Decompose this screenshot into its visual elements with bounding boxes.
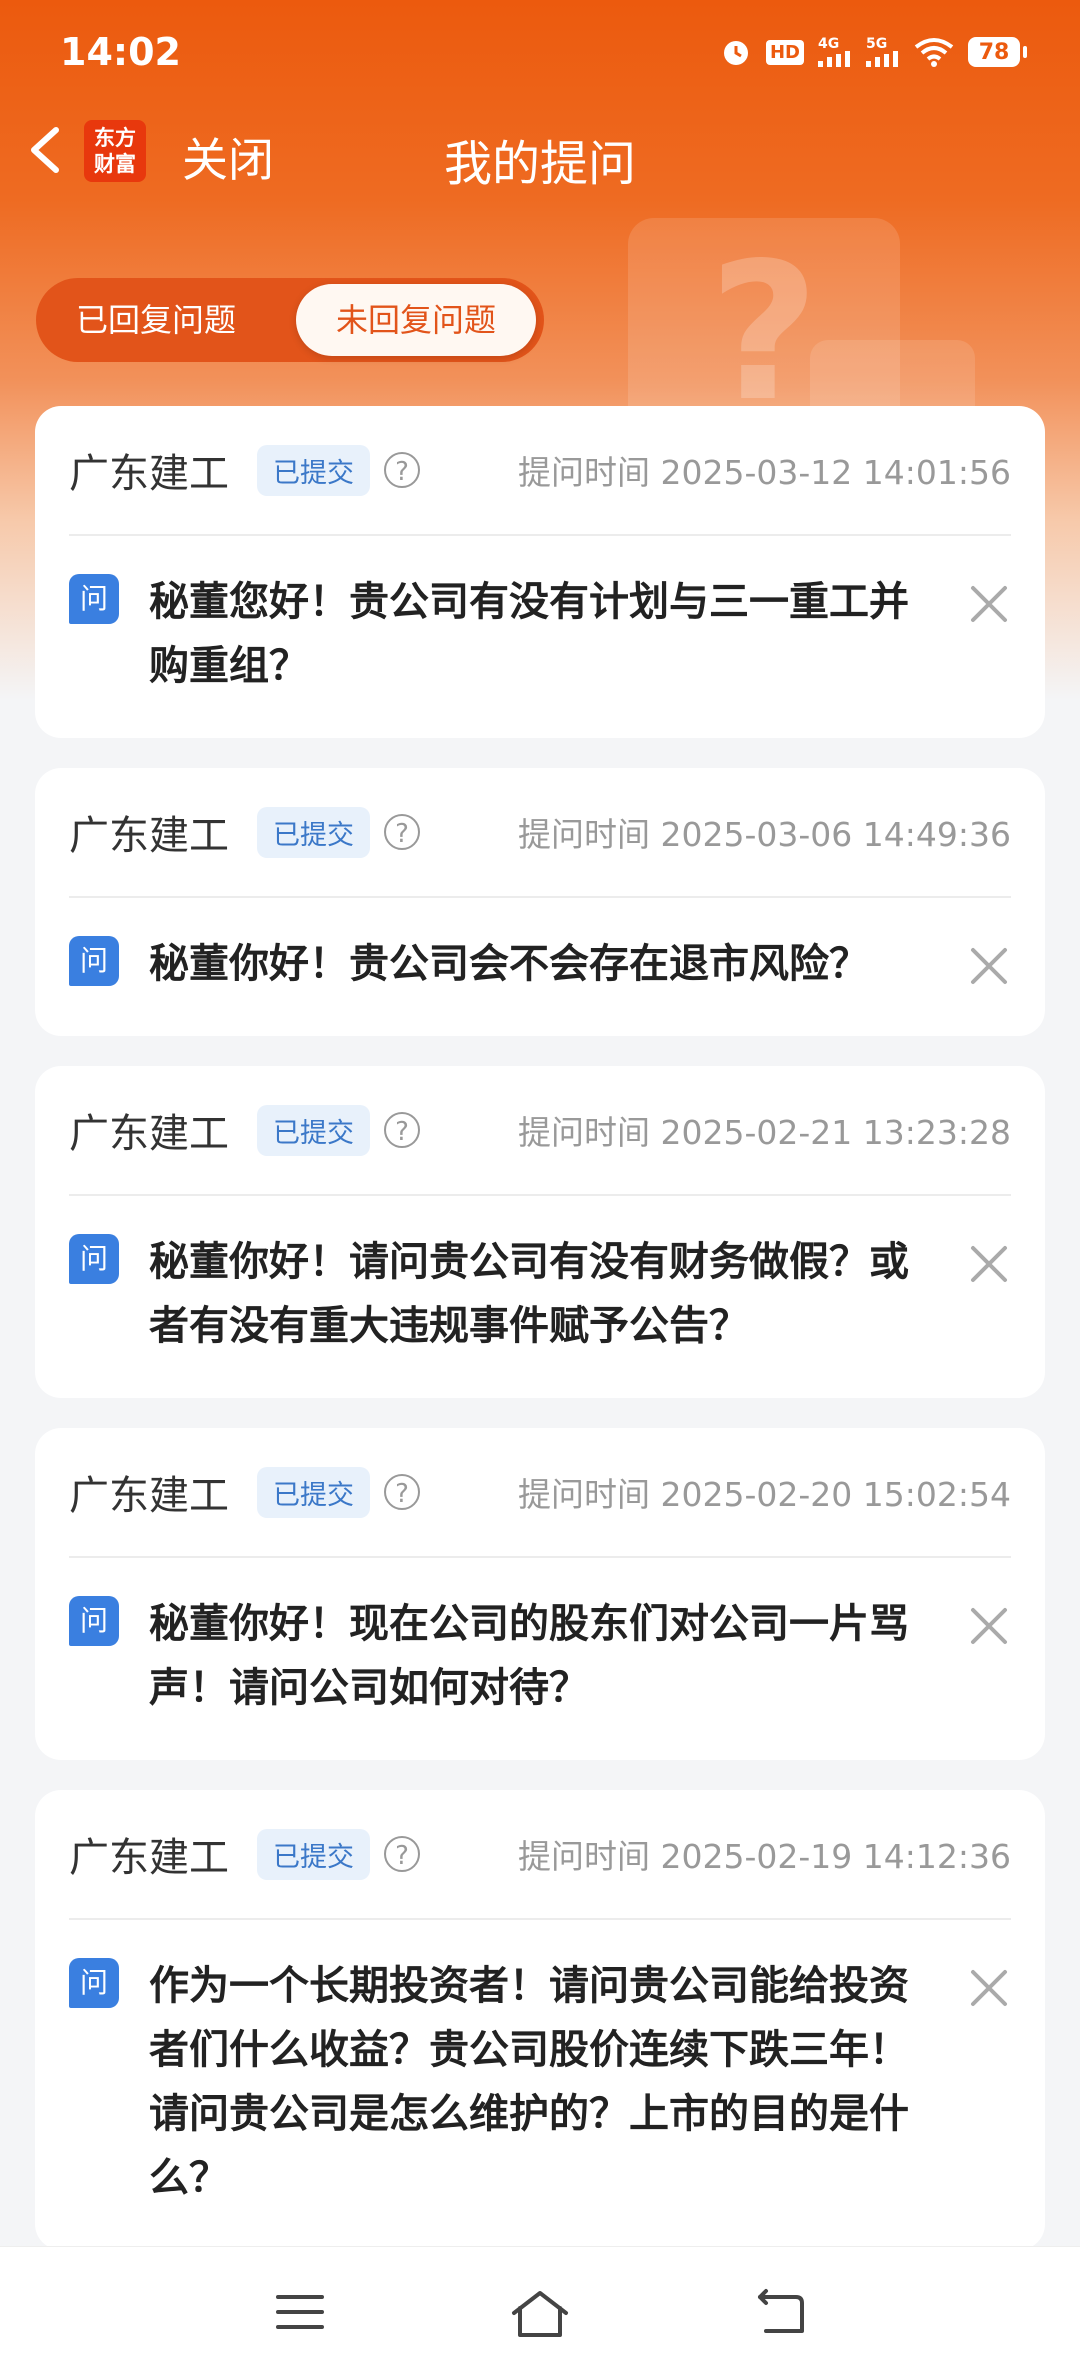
- status-badge: 已提交: [257, 444, 370, 496]
- question-card[interactable]: 广东建工 已提交 ? 提问时间 2025-03-06 14:49:36 问 秘董…: [35, 768, 1045, 1036]
- status-badge: 已提交: [257, 1828, 370, 1880]
- question-body: 问 秘董你好！请问贵公司有没有财务做假？或者有没有重大违规事件赋予公告？: [69, 1196, 1011, 1358]
- top-nav: 东方 财富 关闭 我的提问: [0, 110, 1080, 192]
- question-card[interactable]: 广东建工 已提交 ? 提问时间 2025-02-20 15:02:54 问 秘董…: [35, 1428, 1045, 1760]
- question-body: 问 秘董您好！贵公司有没有计划与三一重工并购重组？: [69, 536, 1011, 698]
- company-name[interactable]: 广东建工: [69, 441, 229, 499]
- status-badge: 已提交: [257, 1466, 370, 1518]
- question-body: 问 作为一个长期投资者！请问贵公司能给投资者们什么收益？贵公司股价连续下跌三年！…: [69, 1920, 1011, 2210]
- question-list: 广东建工 已提交 ? 提问时间 2025-03-12 14:01:56 问 秘董…: [35, 406, 1045, 2320]
- close-icon[interactable]: [967, 1604, 1011, 1648]
- menu-icon[interactable]: [272, 2287, 328, 2337]
- help-icon[interactable]: ?: [384, 1112, 420, 1148]
- card-header: 广东建工 已提交 ? 提问时间 2025-02-20 15:02:54: [69, 1428, 1011, 1558]
- signal-5g-icon: 5G: [866, 37, 900, 67]
- question-time: 提问时间 2025-02-19 14:12:36: [518, 1837, 1011, 1876]
- company-name[interactable]: 广东建工: [69, 1825, 229, 1883]
- question-text: 秘董您好！贵公司有没有计划与三一重工并购重组？: [149, 579, 909, 689]
- alarm-icon: [723, 41, 748, 65]
- card-header: 广东建工 已提交 ? 提问时间 2025-03-12 14:01:56: [69, 406, 1011, 536]
- question-text: 秘董你好！贵公司会不会存在退市风险？: [149, 941, 869, 987]
- system-nav-bar: [0, 2246, 1080, 2377]
- status-time: 14:02: [60, 30, 181, 74]
- help-icon[interactable]: ?: [384, 1474, 420, 1510]
- close-icon[interactable]: [967, 1966, 1011, 2010]
- close-icon[interactable]: [967, 582, 1011, 626]
- tab-answered[interactable]: 已回复问题: [76, 278, 236, 362]
- back-icon[interactable]: [752, 2287, 808, 2337]
- battery-level: 78: [978, 39, 1010, 65]
- help-icon[interactable]: ?: [384, 1836, 420, 1872]
- card-header: 广东建工 已提交 ? 提问时间 2025-02-19 14:12:36: [69, 1790, 1011, 1920]
- question-icon: 问: [69, 1234, 119, 1284]
- question-body: 问 秘董你好！现在公司的股东们对公司一片骂声！请问公司如何对待？: [69, 1558, 1011, 1720]
- question-time: 提问时间 2025-03-12 14:01:56: [518, 453, 1011, 492]
- tab-unanswered[interactable]: 未回复问题: [296, 284, 536, 356]
- question-icon: 问: [69, 1958, 119, 2008]
- company-name[interactable]: 广东建工: [69, 1101, 229, 1159]
- status-badge: 已提交: [257, 1104, 370, 1156]
- question-body: 问 秘董你好！贵公司会不会存在退市风险？: [69, 898, 1011, 996]
- question-icon: 问: [69, 1596, 119, 1646]
- wifi-icon: [914, 38, 954, 67]
- tab-switcher: 已回复问题 未回复问题: [36, 278, 544, 362]
- company-name[interactable]: 广东建工: [69, 1463, 229, 1521]
- help-icon[interactable]: ?: [384, 814, 420, 850]
- question-time: 提问时间 2025-02-21 13:23:28: [518, 1113, 1011, 1152]
- help-icon[interactable]: ?: [384, 452, 420, 488]
- card-header: 广东建工 已提交 ? 提问时间 2025-02-21 13:23:28: [69, 1066, 1011, 1196]
- page-title: 我的提问: [443, 136, 636, 192]
- question-text: 秘董你好！请问贵公司有没有财务做假？或者有没有重大违规事件赋予公告？: [149, 1239, 909, 1349]
- card-header: 广东建工 已提交 ? 提问时间 2025-03-06 14:49:36: [69, 768, 1011, 898]
- question-icon: 问: [69, 936, 119, 986]
- question-card[interactable]: 广东建工 已提交 ? 提问时间 2025-02-21 13:23:28 问 秘董…: [35, 1066, 1045, 1398]
- question-text: 作为一个长期投资者！请问贵公司能给投资者们什么收益？贵公司股价连续下跌三年！请问…: [149, 1963, 909, 2201]
- status-bar: 14:02 HD 4G 5G 78: [0, 0, 1080, 110]
- hd-icon: HD: [765, 39, 804, 65]
- status-badge: 已提交: [257, 806, 370, 858]
- question-text: 秘董你好！现在公司的股东们对公司一片骂声！请问公司如何对待？: [149, 1601, 909, 1711]
- question-card[interactable]: 广东建工 已提交 ? 提问时间 2025-03-12 14:01:56 问 秘董…: [35, 406, 1045, 738]
- signal-4g-icon: 4G: [818, 37, 852, 67]
- close-icon[interactable]: [967, 944, 1011, 988]
- question-time: 提问时间 2025-03-06 14:49:36: [518, 815, 1011, 854]
- question-card[interactable]: 广东建工 已提交 ? 提问时间 2025-02-19 14:12:36 问 作为…: [35, 1790, 1045, 2250]
- question-time: 提问时间 2025-02-20 15:02:54: [518, 1475, 1011, 1514]
- question-icon: 问: [69, 574, 119, 624]
- close-icon[interactable]: [967, 1242, 1011, 1286]
- status-icons: HD 4G 5G 78: [720, 36, 1027, 68]
- home-icon[interactable]: [508, 2287, 572, 2341]
- company-name[interactable]: 广东建工: [69, 803, 229, 861]
- battery-icon: 78: [968, 37, 1027, 67]
